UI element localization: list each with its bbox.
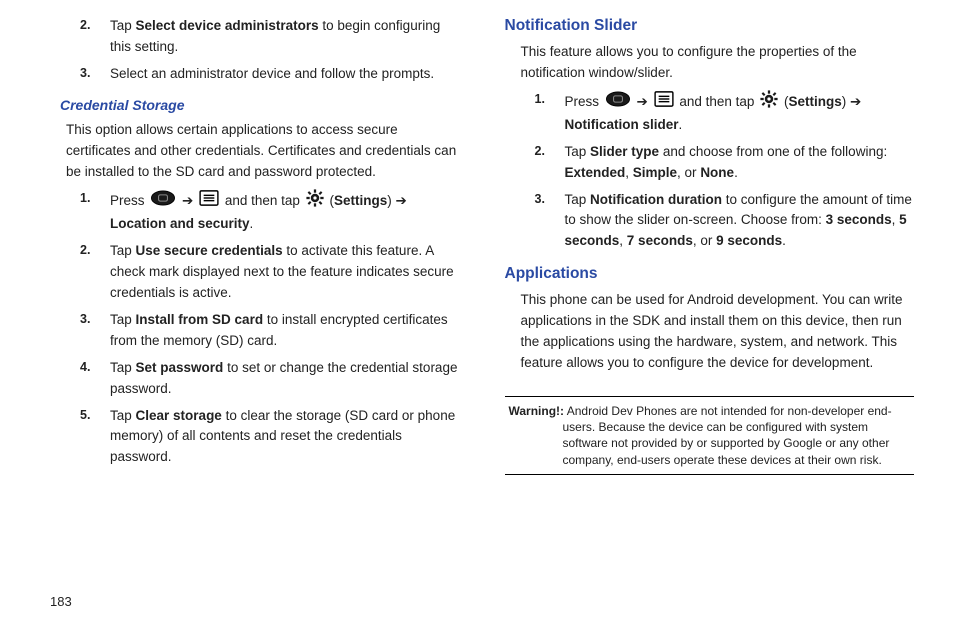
list-item: 3. Tap Install from SD card to install e… <box>80 310 460 352</box>
menu-icon <box>654 91 674 114</box>
list-item: 4. Tap Set password to set or change the… <box>80 358 460 400</box>
warning-box: Warning!: Android Dev Phones are not int… <box>505 396 915 475</box>
list-item: 1. Press ➔ and then tap (Settings) ➔ Not… <box>535 90 915 136</box>
list-item: 2. Tap Use secure credentials to activat… <box>80 241 460 304</box>
list-item: 2. Tap Slider type and choose from one o… <box>535 142 915 184</box>
list-item: 3. Select an administrator device and fo… <box>80 64 460 85</box>
content-columns: 2. Tap Select device administrators to b… <box>50 10 914 580</box>
applications-heading: Applications <box>505 262 915 286</box>
menu-icon <box>199 190 219 213</box>
warning-label: Warning!: <box>509 404 565 418</box>
home-button-icon <box>605 91 631 114</box>
gear-icon <box>760 90 778 115</box>
gear-icon <box>306 189 324 214</box>
notification-slider-intro: This feature allows you to configure the… <box>521 42 915 84</box>
list-item: 3. Tap Notification duration to configur… <box>535 190 915 253</box>
warning-text: Android Dev Phones are not intended for … <box>563 404 892 467</box>
right-column: Notification Slider This feature allows … <box>505 10 915 580</box>
list-item: 5. Tap Clear storage to clear the storag… <box>80 406 460 469</box>
home-button-icon <box>150 190 176 213</box>
left-column: 2. Tap Select device administrators to b… <box>50 10 460 580</box>
list-item: 2. Tap Select device administrators to b… <box>80 16 460 58</box>
credential-storage-intro: This option allows certain applications … <box>66 120 460 183</box>
applications-intro: This phone can be used for Android devel… <box>521 290 915 374</box>
page-number: 183 <box>50 592 72 612</box>
list-item: 1. Press ➔ and then tap (Settings) ➔ Loc… <box>80 189 460 235</box>
credential-storage-heading: Credential Storage <box>60 95 460 117</box>
notification-slider-heading: Notification Slider <box>505 14 915 38</box>
